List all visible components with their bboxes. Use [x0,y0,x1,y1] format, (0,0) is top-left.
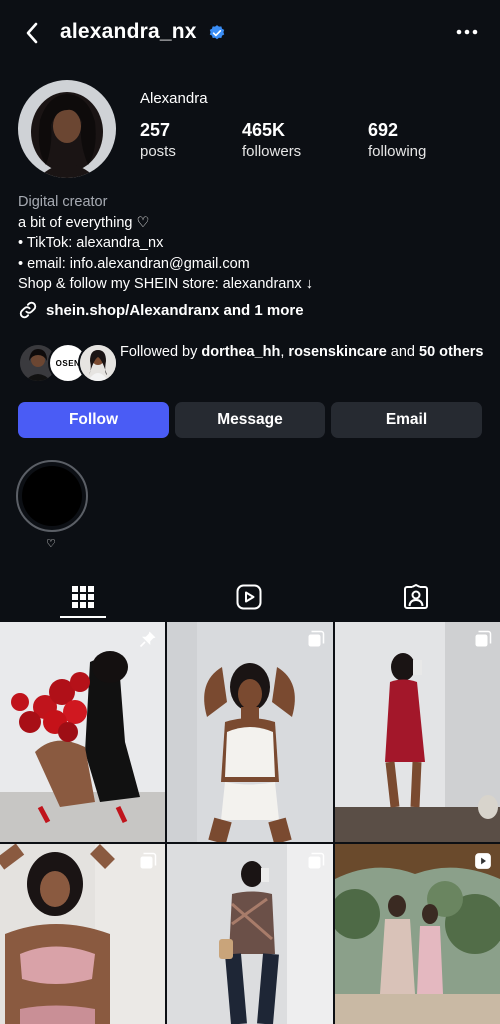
bio-line: a bit of everything ♡ [18,214,150,231]
followers-count: 465K [242,120,286,140]
tab-tagged[interactable] [396,578,436,616]
posts-count: 257 [140,120,171,140]
profile-bio: Digital creator a bit of everything ♡ • … [18,192,488,295]
post-image [167,844,333,1024]
grid-post[interactable] [0,844,165,1024]
more-horizontal-icon [456,29,478,35]
follow-button[interactable]: Follow [18,402,169,438]
verified-badge-icon [209,25,225,40]
link-icon [19,301,37,319]
email-button[interactable]: Email [331,402,482,438]
bio-line: Shop & follow my SHEIN store: alexandran… [18,276,313,292]
chevron-left-icon [26,22,38,44]
followed-by-user: dorthea_hh [201,344,281,360]
tagged-icon [404,584,428,609]
followed-by-suffix: others [435,344,484,360]
grid-post[interactable] [335,622,500,842]
bio-link-text: shein.shop/Alexandranx and 1 more [46,301,304,319]
avatar-image [80,345,116,381]
tab-posts-grid[interactable] [63,578,103,616]
grid-post[interactable] [0,622,165,842]
highlight-cover [22,466,82,526]
grid-post[interactable] [167,622,333,842]
carousel-icon [475,630,492,647]
followed-by-user: rosenskincare [288,344,387,360]
followers-stat[interactable]: 465K followers [242,120,301,160]
carousel-icon [140,852,157,869]
grid-post[interactable] [167,844,333,1024]
following-label: following [368,143,427,160]
story-highlight[interactable] [16,460,88,532]
followed-by-and: and [386,344,420,360]
post-image [335,622,500,842]
grid-icon [72,586,94,608]
bio-link[interactable]: shein.shop/Alexandranx and 1 more [18,300,304,320]
tab-reels[interactable] [229,578,269,616]
avatar-image [18,80,116,178]
followed-by-prefix: Followed by [120,344,202,360]
reels-icon [236,584,262,610]
followers-label: followers [242,143,302,160]
mutual-avatar [78,343,118,383]
more-options-button[interactable] [452,20,482,44]
post-image [335,844,500,1024]
profile-avatar[interactable] [18,80,116,178]
bio-category: Digital creator [18,194,108,210]
mutual-avatar-logo-text: OSEN [55,358,81,368]
bio-line: • email: info.alexandran@gmail.com [18,255,250,272]
posts-stat[interactable]: 257 posts [140,120,176,160]
carousel-icon [308,852,325,869]
following-count: 692 [368,120,399,140]
post-image [0,844,165,1024]
posts-label: posts [140,143,176,160]
followed-by-text[interactable]: Followed by dorthea_hh, rosenskincare an… [120,342,490,363]
highlight-label: ♡ [46,538,56,550]
back-button[interactable] [18,18,46,48]
carousel-icon [308,630,325,647]
profile-username: alexandra_nx [60,20,197,43]
pin-icon [139,631,156,648]
bio-line: • TikTok: alexandra_nx [18,235,164,251]
active-tab-indicator [60,616,106,618]
grid-post[interactable] [335,844,500,1024]
followed-by-count: 50 [419,344,436,360]
posts-grid [0,622,500,1024]
message-button[interactable]: Message [175,402,325,438]
display-name: Alexandra [140,90,208,107]
post-image [167,622,333,842]
post-image [0,622,165,842]
mutual-followers-avatars[interactable]: OSEN [18,343,118,383]
following-stat[interactable]: 692 following [368,120,426,160]
reel-icon [475,853,491,869]
